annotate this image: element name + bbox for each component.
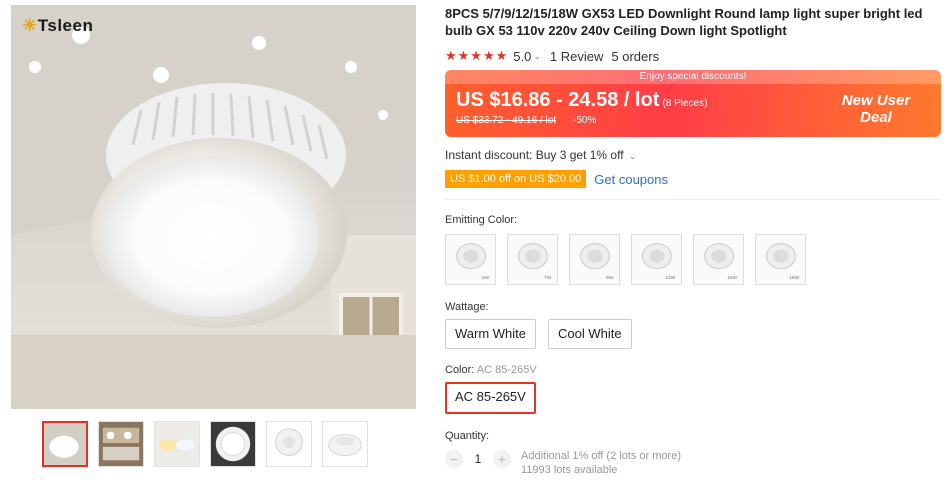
quantity-plus-button[interactable]: + xyxy=(493,450,511,468)
thumbnail-1[interactable] xyxy=(42,421,88,467)
bulb-icon: ☀ xyxy=(22,16,38,35)
lamp-swatch-icon: 18W xyxy=(756,235,805,284)
thumbnail-strip xyxy=(42,421,368,467)
chevron-down-icon[interactable]: ⌄ xyxy=(629,151,637,161)
color-selected-value: AC 85-265V xyxy=(476,364,537,376)
coupon-badge[interactable]: US $1.00 off on US $20.00 xyxy=(445,170,587,188)
product-title: 8PCS 5/7/9/12/15/18W GX53 LED Downlight … xyxy=(445,6,923,38)
option-warm-white[interactable]: Warm White xyxy=(445,319,537,349)
price-pieces: (8 Pieces) xyxy=(662,98,708,109)
rating-score[interactable]: 5.0 xyxy=(513,49,531,64)
wattage-options: Warm White Cool White xyxy=(445,319,941,349)
lamp-swatch-icon: 7W xyxy=(508,235,557,284)
quantity-input[interactable]: 1 xyxy=(463,449,493,469)
chevron-down-icon[interactable]: ⌄ xyxy=(533,51,541,62)
emitting-color-swatch[interactable]: 9W xyxy=(569,234,620,285)
swatch-caption: 5W xyxy=(482,275,490,281)
thumb-led-chips-icon xyxy=(211,422,255,466)
swatch-caption: 12W xyxy=(665,275,675,281)
swatch-caption: 18W xyxy=(789,275,799,281)
main-product-image[interactable] xyxy=(11,5,416,409)
quantity-note-discount: Additional 1% off (2 lots or more) xyxy=(521,450,681,462)
instant-discount-text: Instant discount: Buy 3 get 1% off xyxy=(445,148,624,162)
price-box: Enjoy special discounts! US $16.86 - 24.… xyxy=(445,70,941,137)
lamp-swatch-icon: 12W xyxy=(632,235,681,284)
emitting-color-swatch[interactable]: 7W xyxy=(507,234,558,285)
new-user-line2: Deal xyxy=(860,109,892,126)
lamp-swatch-icon: 5W xyxy=(446,235,495,284)
lamp-swatch-icon: 9W xyxy=(570,235,619,284)
emitting-color-swatch[interactable]: 18W xyxy=(755,234,806,285)
new-user-line1: New User xyxy=(841,92,911,109)
rating-row: ★★★★★ 5.0 ⌄ 1 Review 5 orders xyxy=(445,46,941,66)
quantity-minus-button[interactable]: − xyxy=(445,450,463,468)
thumb-lamp-sizes-icon xyxy=(99,422,143,466)
quantity-label: Quantity: xyxy=(445,430,490,442)
orders-count: 5 orders xyxy=(611,48,660,64)
thumbnail-5[interactable] xyxy=(266,421,312,467)
thumb-warm-cool-icon xyxy=(155,422,199,466)
thumb-lamp-side-icon xyxy=(323,422,367,466)
brand-name: Tsleen xyxy=(37,16,94,35)
lamp-swatch-icon: 15W xyxy=(694,235,743,284)
color-label: Color: AC 85-265V xyxy=(445,364,941,376)
emitting-color-swatches: 5W 7W 9W 12W 15W 18W xyxy=(445,234,941,285)
swatch-caption: 9W xyxy=(606,275,614,281)
color-options: AC 85-265V xyxy=(445,382,941,414)
thumbnail-2[interactable] xyxy=(98,421,144,467)
divider xyxy=(445,199,941,200)
thumb-lamp-front-icon xyxy=(267,422,311,466)
rating-stars-icon: ★★★★★ xyxy=(445,48,509,63)
option-cool-white[interactable]: Cool White xyxy=(548,319,632,349)
emitting-color-swatch[interactable]: 5W xyxy=(445,234,496,285)
discount-percent: -50% xyxy=(573,115,597,126)
emitting-color-label: Emitting Color: xyxy=(445,214,518,226)
get-coupons-link[interactable]: Get coupons xyxy=(594,172,668,187)
current-price-value: US $16.86 - 24.58 / lot xyxy=(456,89,660,111)
thumbnail-6[interactable] xyxy=(322,421,368,467)
original-price: US $33.72 - 49.16 / lot xyxy=(456,115,557,126)
current-price: US $16.86 - 24.58 / lot (8 Pieces) xyxy=(456,89,707,112)
emitting-color-swatch[interactable]: 15W xyxy=(693,234,744,285)
led-downlight-photo-icon xyxy=(11,5,416,409)
quantity-note-available: 11993 lots available xyxy=(521,464,618,476)
thumb-room-lamp-icon xyxy=(44,423,86,465)
emitting-color-swatch[interactable]: 12W xyxy=(631,234,682,285)
coupon-row: US $1.00 off on US $20.00 Get coupons xyxy=(445,170,941,188)
quantity-notes: Additional 1% off (2 lots or more) 11993… xyxy=(521,449,681,477)
thumbnail-3[interactable] xyxy=(154,421,200,467)
reviews-link[interactable]: 1 Review xyxy=(550,49,603,64)
promo-banner: Enjoy special discounts! xyxy=(445,70,941,84)
swatch-caption: 7W xyxy=(544,275,552,281)
color-label-text: Color: xyxy=(445,364,475,376)
wattage-label: Wattage: xyxy=(445,301,489,313)
option-ac-85-265v[interactable]: AC 85-265V xyxy=(445,382,536,414)
instant-discount[interactable]: Instant discount: Buy 3 get 1% off ⌄ xyxy=(445,148,941,162)
product-info-panel: 8PCS 5/7/9/12/15/18W GX53 LED Downlight … xyxy=(445,0,941,477)
new-user-deal-badge[interactable]: New User Deal xyxy=(821,92,931,126)
brand-logo: ☀Tsleen xyxy=(22,16,93,36)
swatch-caption: 15W xyxy=(727,275,737,281)
thumbnail-4[interactable] xyxy=(210,421,256,467)
quantity-stepper: − 1 + Additional 1% off (2 lots or more)… xyxy=(445,449,941,477)
